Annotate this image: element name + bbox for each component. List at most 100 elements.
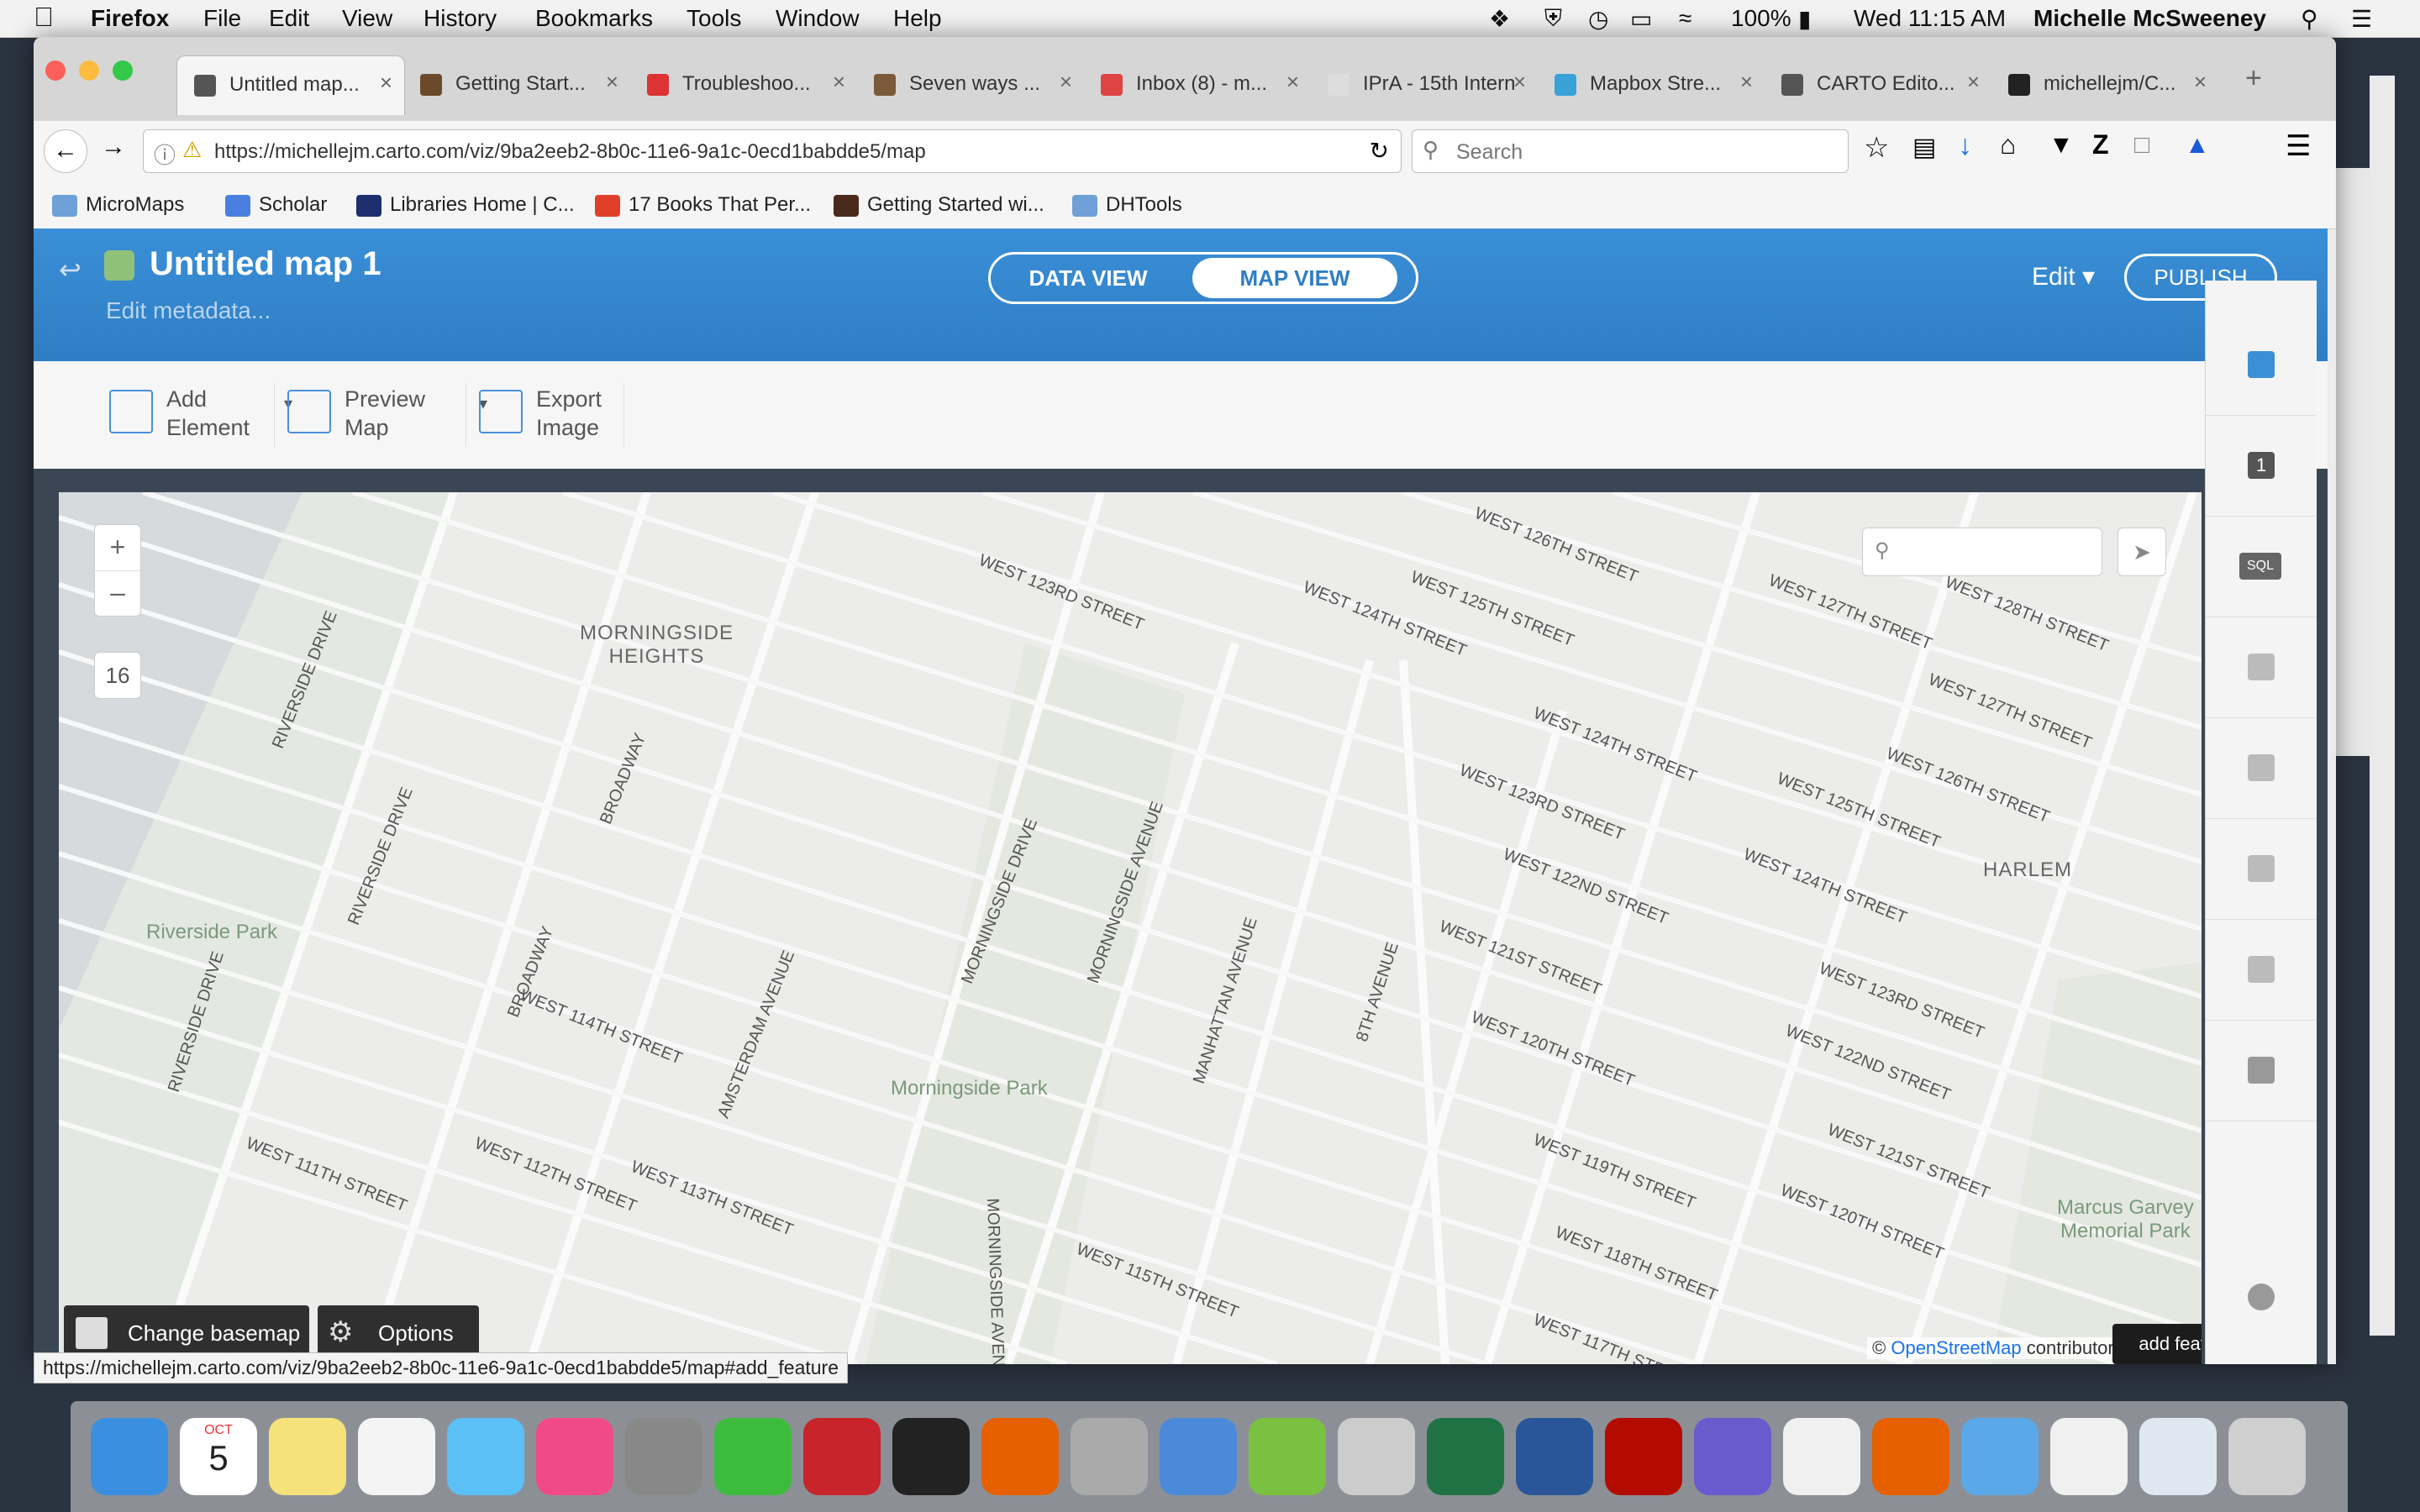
data-view-button[interactable]: DATA VIEW (991, 255, 1186, 302)
menu-edit[interactable]: Edit (269, 5, 309, 32)
zoom-out-button[interactable]: – (95, 570, 140, 616)
menu-help[interactable]: Help (893, 5, 942, 32)
map-search-input[interactable]: ⚲ (1862, 528, 2102, 576)
acrobat-icon[interactable] (1605, 1418, 1682, 1495)
wifi-icon[interactable]: ≈ (1679, 5, 1691, 32)
menu-bookmarks[interactable]: Bookmarks (535, 5, 653, 32)
close-tab-icon[interactable]: × (833, 69, 845, 95)
word-icon[interactable] (1516, 1418, 1593, 1495)
zotero-icon[interactable]: Z (2092, 129, 2109, 160)
calendar-icon[interactable]: OCT 5 (180, 1418, 257, 1495)
zotero-icon[interactable] (803, 1418, 881, 1495)
zoom-window-icon[interactable] (113, 60, 133, 81)
firefox-icon[interactable] (981, 1418, 1059, 1495)
battery-percent[interactable]: 100% (1731, 5, 1791, 32)
extension-icon[interactable]: ▲ (2185, 131, 2210, 160)
openstreetmap-link[interactable]: OpenStreetMap (1891, 1337, 2021, 1358)
options-button[interactable]: ⚙ Options (318, 1305, 479, 1359)
reading-list-icon[interactable]: ▤ (1912, 133, 1936, 162)
edit-dropdown[interactable]: Edit ▾ (2032, 262, 2095, 291)
map-canvas[interactable]: MORNINGSIDE HEIGHTS HARLEM Riverside Park… (59, 492, 2202, 1364)
map-view-button[interactable]: MAP VIEW (1192, 258, 1397, 298)
info-icon[interactable]: ⓘ (154, 139, 176, 170)
close-tab-icon[interactable]: × (2194, 69, 2207, 95)
screenshot-icon[interactable] (2139, 1418, 2217, 1495)
terminal-icon[interactable] (892, 1418, 970, 1495)
close-tab-icon[interactable]: × (1286, 69, 1299, 95)
time-machine-icon[interactable]: ◷ (1588, 5, 1608, 33)
textedit-icon[interactable] (1783, 1418, 1860, 1495)
new-tab-icon[interactable]: + (2245, 62, 2262, 95)
notes-icon[interactable] (269, 1418, 346, 1495)
browser-tab[interactable]: Inbox (8) - m... × (1084, 55, 1311, 114)
folder-icon[interactable] (1961, 1418, 2039, 1495)
preview-icon[interactable] (1160, 1418, 1237, 1495)
app-menu[interactable]: Firefox (91, 5, 169, 32)
system-preferences-icon[interactable] (625, 1418, 702, 1495)
close-tab-icon[interactable]: × (1967, 69, 1980, 95)
browser-tab[interactable]: Seven ways ... × (857, 55, 1084, 114)
bookmark-item[interactable]: DHTools (1072, 193, 1182, 217)
clock[interactable]: Wed 11:15 AM (1854, 5, 2006, 32)
reminders-icon[interactable] (358, 1418, 435, 1495)
notification-center-icon[interactable]: ☰ (2351, 5, 2372, 33)
bookmark-item[interactable]: Libraries Home | C... (356, 193, 575, 217)
home-icon[interactable]: ⌂ (2000, 129, 2016, 160)
finder-icon[interactable] (91, 1418, 168, 1495)
firefox-2-icon[interactable] (1872, 1418, 1949, 1495)
bookmark-item[interactable]: Getting Started wi... (834, 193, 1044, 217)
browser-tab[interactable]: Untitled map... × (176, 55, 405, 115)
zoom-in-button[interactable]: + (95, 525, 140, 571)
css-button[interactable] (2206, 818, 2317, 920)
downloads-icon[interactable]: ↓ (1958, 129, 1972, 162)
search-input[interactable]: ⚲ Search (1412, 129, 1849, 173)
wizard-button[interactable] (2206, 617, 2317, 718)
add-layer-button[interactable] (2206, 314, 2317, 416)
itunes-icon[interactable] (536, 1418, 613, 1495)
browser-tab[interactable]: Mapbox Stre... × (1538, 55, 1765, 114)
url-bar[interactable]: ⓘ ⚠ https://michellejm.carto.com/viz/9ba… (143, 129, 1402, 173)
browser-tab[interactable]: Getting Start... × (403, 55, 630, 114)
circle-app-icon[interactable] (714, 1418, 792, 1495)
reload-icon[interactable]: ↻ (1370, 137, 1389, 165)
bbedit-icon[interactable] (1694, 1418, 1771, 1495)
battery-icon[interactable]: ▮ (1798, 5, 1811, 33)
minimize-window-icon[interactable] (79, 60, 99, 81)
qgis-icon[interactable] (1249, 1418, 1326, 1495)
browser-tab[interactable]: CARTO Edito... × (1765, 55, 1991, 114)
page-icon[interactable]: □ (2134, 131, 2149, 160)
close-tab-icon[interactable]: × (606, 69, 618, 95)
close-tab-icon[interactable]: × (1740, 69, 1753, 95)
close-tab-icon[interactable]: × (1060, 69, 1072, 95)
apple-icon[interactable]:  (34, 2, 54, 33)
menu-tools[interactable]: Tools (687, 5, 741, 32)
close-window-icon[interactable] (45, 60, 66, 81)
menu-history[interactable]: History (424, 5, 497, 32)
back-icon[interactable]: ← (44, 129, 87, 173)
menu-window[interactable]: Window (776, 5, 860, 32)
spotlight-icon[interactable]: ⚲ (2301, 5, 2318, 33)
menu-view[interactable]: View (342, 5, 392, 32)
forward-icon[interactable]: → (101, 133, 126, 161)
pocket-icon[interactable]: ▼ (2049, 131, 2074, 160)
browser-tab[interactable]: michellejm/C... × (1991, 55, 2218, 114)
edit-metadata-link[interactable]: Edit metadata... (106, 297, 271, 324)
excel-icon[interactable] (1427, 1418, 1504, 1495)
hamburger-menu-icon[interactable]: ☰ (2286, 129, 2311, 163)
legend-button[interactable] (2206, 919, 2317, 1021)
bookmark-item[interactable]: MicroMaps (52, 193, 184, 217)
trash-icon[interactable] (2228, 1418, 2306, 1495)
change-basemap-button[interactable]: Change basemap (64, 1305, 309, 1359)
calculator-icon[interactable] (1071, 1418, 1148, 1495)
close-tab-icon[interactable]: × (380, 70, 392, 96)
menu-file[interactable]: File (203, 5, 241, 32)
back-arrow-icon[interactable]: ↩ (59, 254, 82, 286)
bookmark-star-icon[interactable]: ☆ (1864, 131, 1889, 165)
dropbox-icon[interactable]: ❖ (1489, 5, 1510, 33)
tips-button[interactable] (2206, 1247, 2317, 1347)
browser-tab[interactable]: IPrA - 15th Intern...× (1311, 55, 1538, 114)
scissors-icon[interactable] (1338, 1418, 1415, 1495)
warning-lock-icon[interactable]: ⚠ (182, 137, 202, 163)
bookmark-item[interactable]: Scholar (225, 193, 327, 217)
browser-tab[interactable]: Troubleshoo... × (630, 55, 857, 114)
